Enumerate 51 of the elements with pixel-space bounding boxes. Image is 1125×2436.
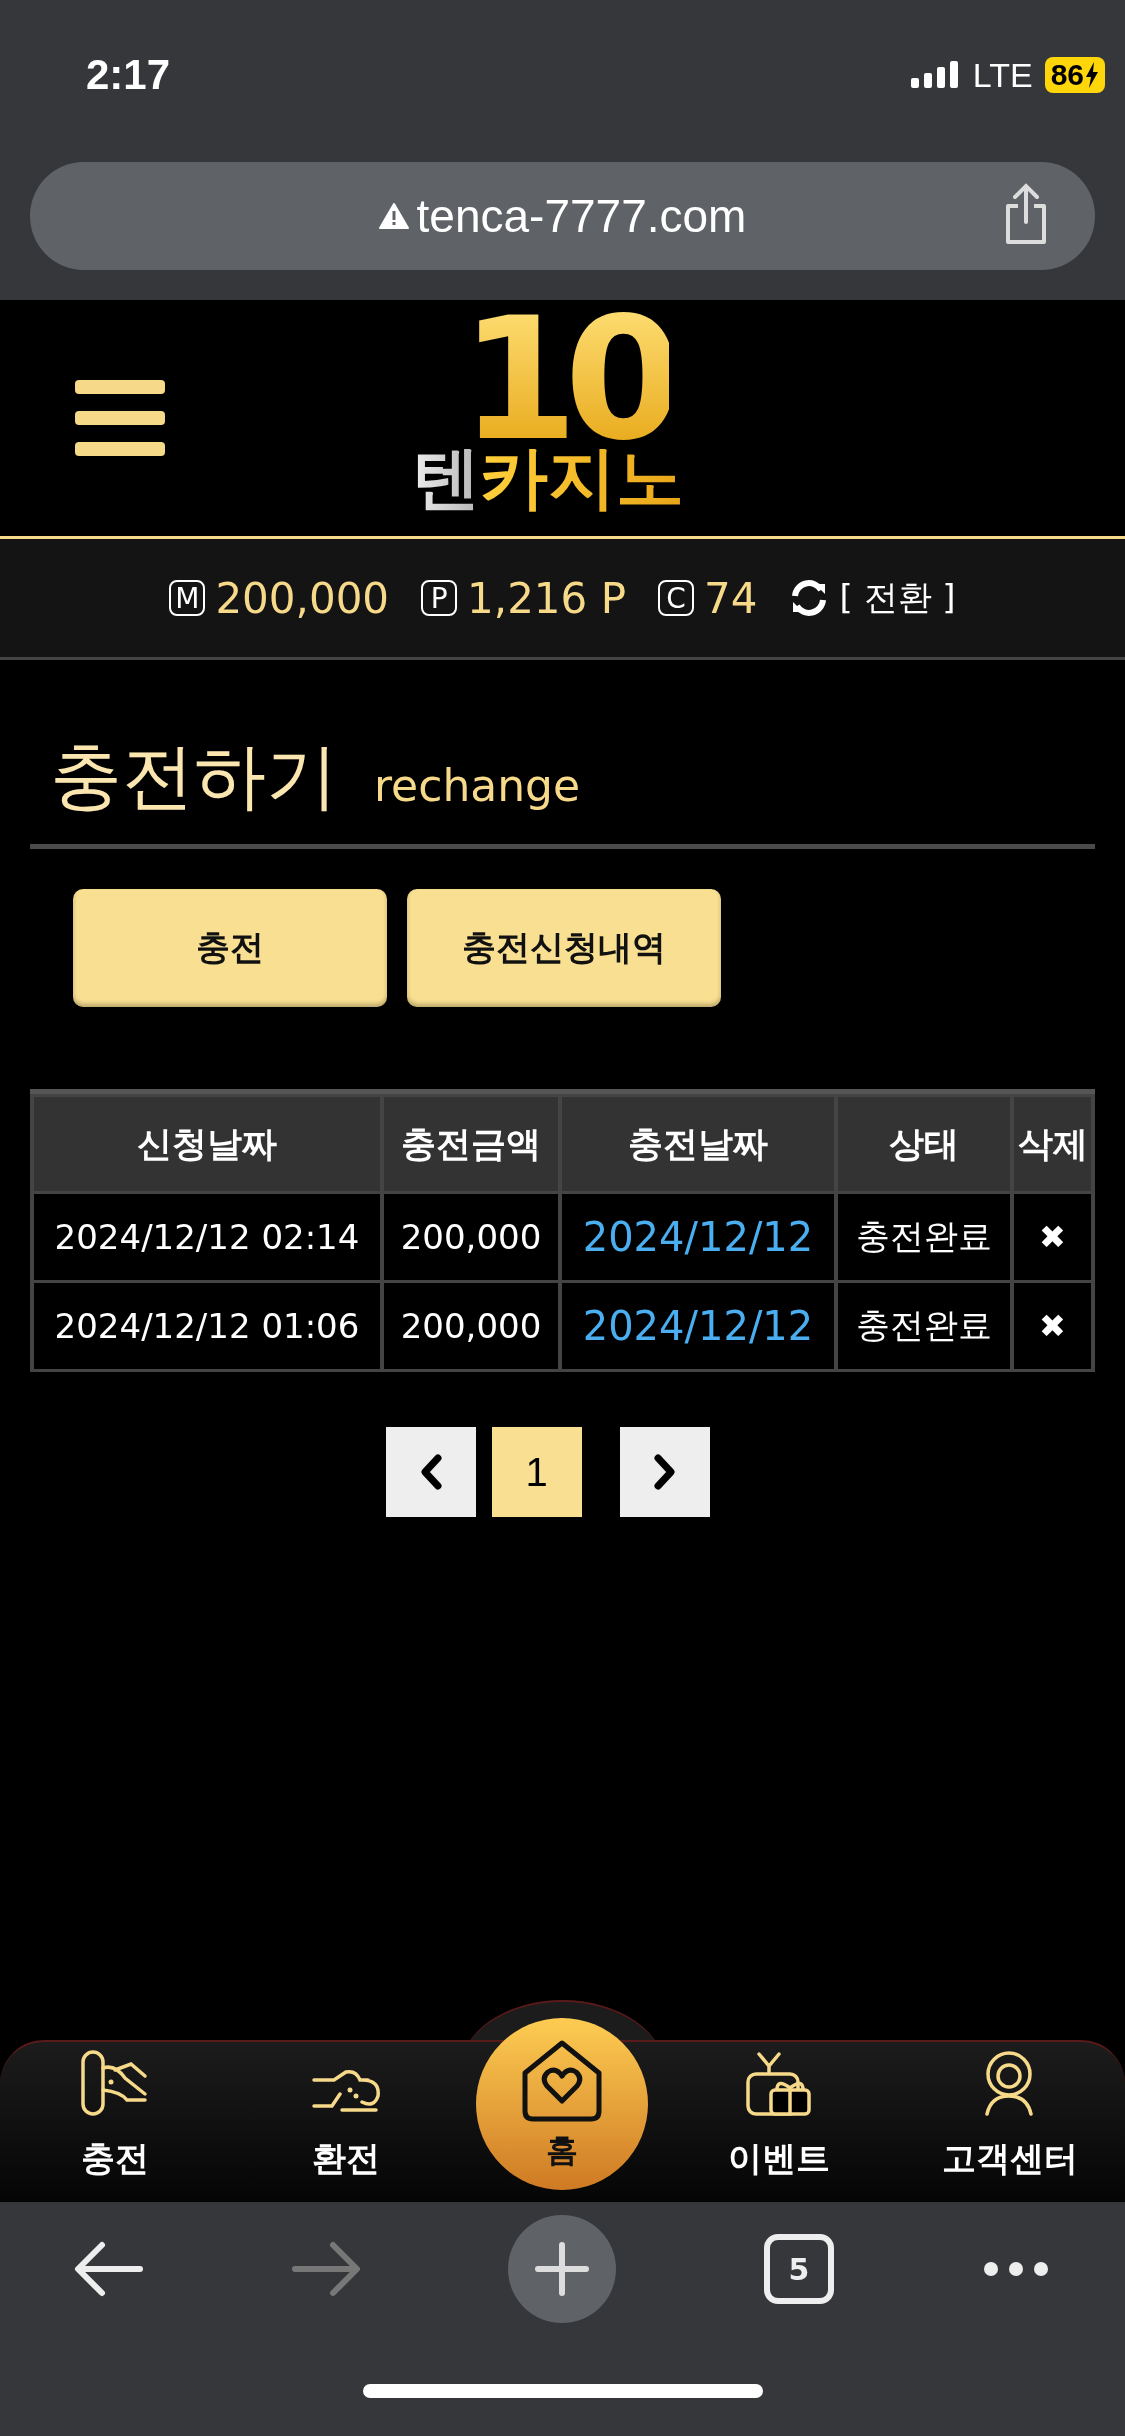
column-header: 충전금액 (384, 1097, 558, 1191)
page-title: 충전하기 (50, 740, 338, 812)
nav-item[interactable]: 환전 (245, 2066, 446, 2182)
table-cell: 2024/12/12 (562, 1194, 834, 1280)
next-page-button[interactable] (619, 1427, 710, 1517)
menu-icon[interactable] (75, 378, 167, 458)
plus-icon (534, 2241, 591, 2297)
convert-link[interactable]: [ 전환 ] (839, 575, 956, 621)
currency-symbol: M (169, 580, 206, 616)
tab-count-button[interactable]: 5 (763, 2234, 834, 2304)
delete-button[interactable]: ✖ (1014, 1283, 1091, 1369)
balance-value: 200,000 (215, 573, 390, 623)
table-cell: 충전완료 (838, 1283, 1010, 1369)
gift-icon (745, 2050, 814, 2116)
column-header: 충전날짜 (562, 1097, 834, 1191)
table-cell: 200,000 (384, 1283, 558, 1369)
nav-label: 환전 (311, 2137, 380, 2180)
signal-icon (910, 60, 961, 90)
table-cell: 2024/12/12 01:06 (34, 1283, 380, 1369)
url-text: tenca-7777.com (416, 189, 747, 243)
battery-level: 86 (1044, 57, 1105, 93)
nav-label: 충전 (81, 2137, 150, 2180)
currency-symbol: P (421, 580, 458, 616)
nav-item[interactable]: 이벤트 (679, 2050, 880, 2182)
home-label: 홈 (546, 2130, 579, 2171)
nav-item[interactable]: 충전 (15, 2050, 216, 2182)
tab-button[interactable]: 충전신청내역 (407, 889, 721, 1007)
table-cell: 충전완료 (838, 1194, 1010, 1280)
back-icon[interactable] (73, 2241, 144, 2297)
delete-button[interactable]: ✖ (1014, 1194, 1091, 1280)
previous-page-button[interactable] (385, 1427, 476, 1517)
column-header: 삭제 (1014, 1097, 1091, 1191)
warning-icon (378, 203, 409, 229)
currency-symbol: C (658, 580, 694, 616)
nav-label: 고객센터 (941, 2137, 1078, 2180)
balance-value: 74 (704, 573, 758, 623)
network-label: LTE (972, 55, 1033, 95)
table-cell: 200,000 (384, 1194, 558, 1280)
column-header: 상태 (838, 1097, 1010, 1191)
status-time: 2:17 (86, 51, 171, 99)
address-bar[interactable]: tenca-7777.com (30, 162, 1095, 270)
balance-value: 1,216 P (467, 573, 626, 623)
tab-button[interactable]: 충전 (73, 889, 387, 1007)
nav-item[interactable]: 고객센터 (909, 2050, 1110, 2182)
column-header: 신청날짜 (34, 1097, 380, 1191)
nav-label: 이벤트 (728, 2137, 831, 2180)
table-cell: 2024/12/12 (562, 1283, 834, 1369)
page-subtitle: rechange (374, 760, 581, 811)
charging-bolt-icon (1085, 62, 1099, 88)
table-cell: 2024/12/12 02:14 (34, 1194, 380, 1280)
page-number[interactable]: 1 (491, 1427, 582, 1517)
